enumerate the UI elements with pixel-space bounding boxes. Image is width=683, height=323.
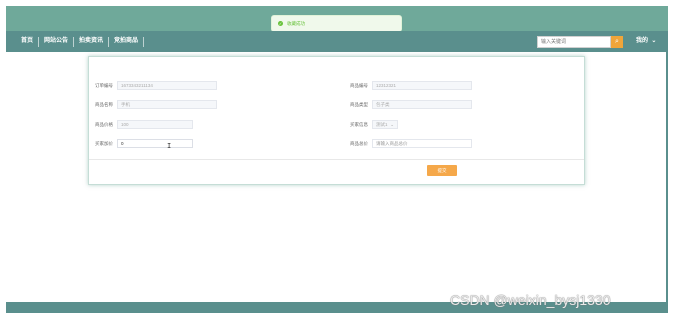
goods-price-label: 商品价格 bbox=[95, 121, 113, 127]
submit-button[interactable]: 提交 bbox=[427, 165, 457, 176]
watermark: CSDN @weixin_bysj1330 bbox=[450, 292, 611, 308]
nav-item-auction-news[interactable]: 拍卖资讯 bbox=[74, 31, 108, 52]
search-button[interactable]: ⌕ bbox=[611, 36, 623, 48]
field-order-no: 订单编号 1673343211134 bbox=[89, 81, 217, 90]
user-menu[interactable]: 我的 ⌄ bbox=[636, 31, 656, 52]
goods-price-input[interactable]: 100 bbox=[117, 120, 193, 129]
goods-name-label: 商品名称 bbox=[95, 101, 113, 107]
nav-menu: 首页 网站公告 拍卖资讯 竞拍商品 bbox=[16, 31, 145, 52]
goods-type-label: 商品类型 bbox=[350, 101, 368, 107]
nav-item-home[interactable]: 首页 bbox=[16, 31, 38, 52]
buyer-bid-label: 买家加价 bbox=[95, 140, 113, 146]
nav-item-auction-goods[interactable]: 竞拍商品 bbox=[109, 31, 143, 52]
search-icon: ⌕ bbox=[615, 38, 619, 45]
search-box: ⌕ bbox=[537, 36, 623, 48]
toast-message: 收藏成功 bbox=[287, 20, 305, 26]
field-total-price: 商品总价 请输入商品总价 bbox=[344, 139, 472, 148]
search-input[interactable] bbox=[537, 36, 611, 48]
order-no-label: 订单编号 bbox=[95, 82, 113, 88]
buyer-info-label: 买家信息 bbox=[350, 121, 368, 127]
nav-item-announcements[interactable]: 网站公告 bbox=[39, 31, 73, 52]
form-divider bbox=[89, 159, 584, 160]
field-buyer-bid: 买家加价 0 bbox=[89, 139, 193, 148]
goods-name-input[interactable]: 手机 bbox=[117, 100, 217, 109]
chevron-down-icon: ⌄ bbox=[649, 38, 657, 44]
total-price-input[interactable]: 请输入商品总价 bbox=[372, 139, 472, 148]
check-circle-icon: ✓ bbox=[278, 21, 283, 26]
field-goods-name: 商品名称 手机 bbox=[89, 100, 217, 109]
user-menu-label: 我的 bbox=[636, 38, 649, 44]
buyer-info-value: 测试1 bbox=[376, 121, 388, 127]
text-cursor-icon: I bbox=[167, 142, 172, 150]
field-buyer-info: 买家信息 测试1 ⌄ bbox=[344, 120, 398, 129]
chevron-down-icon: ⌄ bbox=[390, 121, 394, 127]
goods-no-input[interactable]: 12312321 bbox=[372, 81, 472, 90]
buyer-bid-input[interactable]: 0 bbox=[117, 139, 193, 148]
field-goods-no: 商品编号 12312321 bbox=[344, 81, 472, 90]
goods-no-label: 商品编号 bbox=[350, 82, 368, 88]
buyer-info-select[interactable]: 测试1 ⌄ bbox=[372, 120, 398, 129]
main-nav: 首页 网站公告 拍卖资讯 竞拍商品 ⌕ 我的 ⌄ bbox=[6, 31, 668, 52]
total-price-label: 商品总价 bbox=[350, 140, 368, 146]
right-edge-bar bbox=[666, 52, 668, 302]
success-toast: ✓ 收藏成功 bbox=[271, 15, 402, 32]
field-goods-type: 商品类型 包子类 bbox=[344, 100, 472, 109]
nav-divider bbox=[143, 36, 145, 47]
order-no-input[interactable]: 1673343211134 bbox=[117, 81, 217, 90]
order-form-card: 订单编号 1673343211134 商品编号 12312321 商品名称 手机… bbox=[88, 56, 585, 185]
goods-type-input[interactable]: 包子类 bbox=[372, 100, 472, 109]
field-goods-price: 商品价格 100 bbox=[89, 120, 193, 129]
